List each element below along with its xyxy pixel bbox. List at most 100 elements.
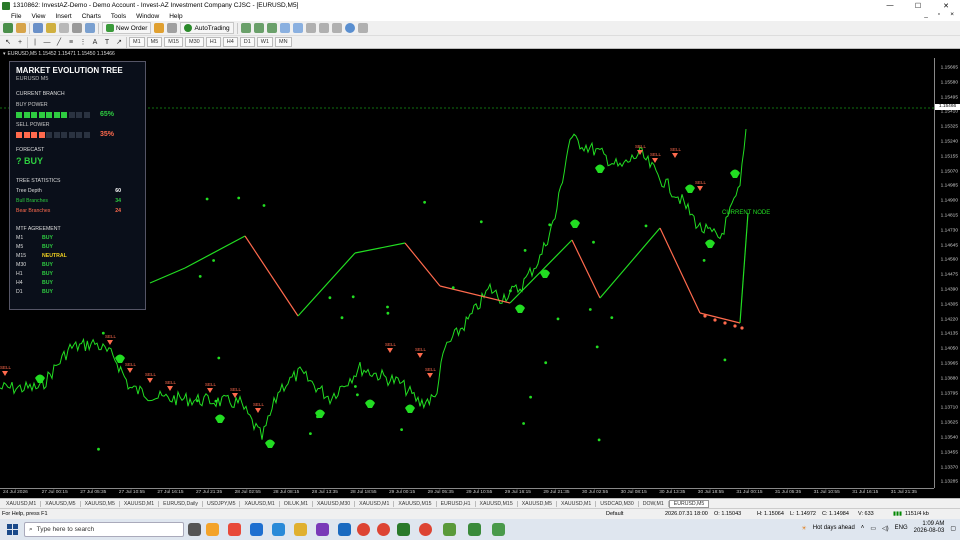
timeframe-m5[interactable]: M5 [146,37,163,47]
timeframe-h4[interactable]: H4 [222,37,238,47]
weather-text[interactable]: Hot days ahead [813,525,855,531]
weather-icon[interactable]: ☀ [801,525,806,532]
menu-file[interactable]: File [6,13,26,20]
symbol-tab[interactable]: XAUUSD,M1 [2,500,42,507]
time-axis[interactable]: 24 Jul 2026 27 Jul 00:15 27 Jul 05:35 27 Ju… [0,488,934,498]
horizontal-line-icon[interactable]: — [42,39,52,46]
zoom-out-icon[interactable] [292,23,303,33]
taskbar-clock[interactable]: 1:09 AM 2026-08-03 [914,521,945,535]
app-icon-7[interactable] [443,523,456,536]
menu-help[interactable]: Help [164,13,187,20]
data-window-icon[interactable] [46,23,56,33]
chart-close-button[interactable]: × [950,11,954,18]
new-chart-icon[interactable] [3,23,13,33]
maximize-button[interactable]: ☐ [904,0,932,11]
tile-windows-icon[interactable] [305,23,316,33]
symbol-tab[interactable]: USDCAD,M30 [596,500,639,507]
navigator-icon[interactable] [59,23,69,33]
symbol-tab[interactable]: OILUK,M1 [280,500,313,507]
auto-trading-button[interactable]: AutoTrading [180,22,234,34]
timeframe-m1[interactable]: M1 [129,37,145,47]
symbol-tab[interactable]: EURUSD,M5 [668,499,710,508]
symbol-tab[interactable]: XAUUSD,M5 [81,500,120,507]
trendline-icon[interactable]: ╱ [54,38,64,46]
line-chart-icon[interactable] [266,23,277,33]
text-tool-icon[interactable]: A [90,39,100,46]
channel-icon[interactable]: ≡ [66,39,76,46]
taskbar-search-box[interactable]: ⌕ Type here to search [24,522,184,537]
profiles-icon[interactable] [16,23,26,33]
app-icon-9[interactable] [492,523,505,536]
symbol-tab[interactable]: DOW,M1 [639,500,669,507]
chrome-icon-3[interactable] [419,523,432,536]
bar-chart-icon[interactable] [240,23,251,33]
chrome-icon[interactable] [357,523,370,536]
timeframe-w1[interactable]: W1 [256,37,274,47]
autoscroll-icon[interactable] [318,23,329,33]
price-axis[interactable]: 1.15665 1.15580 1.15495 1.15410 1.15325 1.152… [934,58,960,488]
timeframe-d1[interactable]: D1 [239,37,255,47]
app-icon-8[interactable] [468,523,481,536]
symbol-tab[interactable]: EURUSD,Daily [159,500,204,507]
options-icon[interactable] [167,23,178,33]
new-order-button[interactable]: New Order [102,22,152,34]
menu-window[interactable]: Window [131,13,164,20]
chart-window[interactable]: ▾ EURUSD,M5 1.15452 1.15471 1.15450 1.15… [0,49,960,498]
symbol-tab[interactable]: EURUSD,H1 [437,500,476,507]
symbol-tab[interactable]: XAUUSD,M1 [240,500,280,507]
network-icon[interactable]: ▭ [870,525,876,532]
cursor-icon[interactable]: ↖ [3,38,13,46]
chrome-icon-2[interactable] [377,523,390,536]
metatrader-icon[interactable] [397,523,410,536]
chart-shift-icon[interactable] [331,23,342,33]
symbol-tab[interactable]: XAUUSD,M15 [476,500,518,507]
symbol-tab[interactable]: XAUUSD,M30 [313,500,356,507]
timeframe-mn[interactable]: MN [275,37,292,47]
notification-icon[interactable]: ▢ [950,525,956,532]
symbol-tab[interactable]: XAUUSD,M1 [120,500,160,507]
windows-start-icon[interactable] [7,524,18,535]
timeframe-m30[interactable]: M30 [184,37,204,47]
chart-dropdown-icon[interactable]: ▾ [3,51,6,57]
menu-insert[interactable]: Insert [50,13,76,20]
language-indicator[interactable]: ENG [895,525,908,531]
candlestick-icon[interactable] [253,23,264,33]
symbol-tab[interactable]: XAUUSD,M5 [41,500,81,507]
timeframe-h1[interactable]: H1 [205,37,221,47]
vertical-line-icon[interactable]: | [30,39,40,46]
fibonacci-icon[interactable]: ⋮ [78,38,88,46]
menu-view[interactable]: View [26,13,50,20]
chart-minimize-button[interactable]: _ [924,11,928,18]
minimize-button[interactable]: — [876,0,904,11]
volume-icon[interactable]: ◁) [882,525,889,532]
zoom-in-icon[interactable] [279,23,290,33]
app-icon-6[interactable] [338,523,351,536]
crosshair-icon[interactable]: + [15,39,25,46]
status-profile[interactable]: Default [606,511,623,517]
label-tool-icon[interactable]: T [102,39,112,46]
symbol-tab[interactable]: XAUUSD,M1 [355,500,395,507]
close-button[interactable]: ✕ [932,0,960,11]
timeframe-m15[interactable]: M15 [164,37,183,47]
app-icon-5[interactable] [316,523,329,536]
chart-restore-button[interactable]: ▫ [938,11,940,18]
menu-charts[interactable]: Charts [77,13,106,20]
task-view-icon[interactable] [188,523,201,536]
indicators-icon[interactable] [344,23,355,33]
menu-tools[interactable]: Tools [106,13,131,20]
symbol-tab[interactable]: XAUUSD,M1 [557,500,597,507]
templates-icon[interactable] [357,23,368,33]
terminal-icon[interactable] [72,23,82,33]
app-icon-3[interactable] [250,523,263,536]
strategy-tester-icon[interactable] [85,23,95,33]
tray-chevron-icon[interactable]: ˄ [861,525,865,531]
app-icon-2[interactable] [228,523,241,536]
symbol-tab[interactable]: USDJPY,M5 [203,500,241,507]
symbol-tab[interactable]: XAUUSD,M15 [394,500,437,507]
app-icon-1[interactable] [206,523,219,536]
market-watch-icon[interactable] [33,23,43,33]
app-icon-4[interactable] [272,523,285,536]
file-explorer-icon[interactable] [294,523,307,536]
symbol-tab[interactable]: XAUUSD,M5 [518,500,557,507]
metaeditor-icon[interactable] [154,23,165,33]
